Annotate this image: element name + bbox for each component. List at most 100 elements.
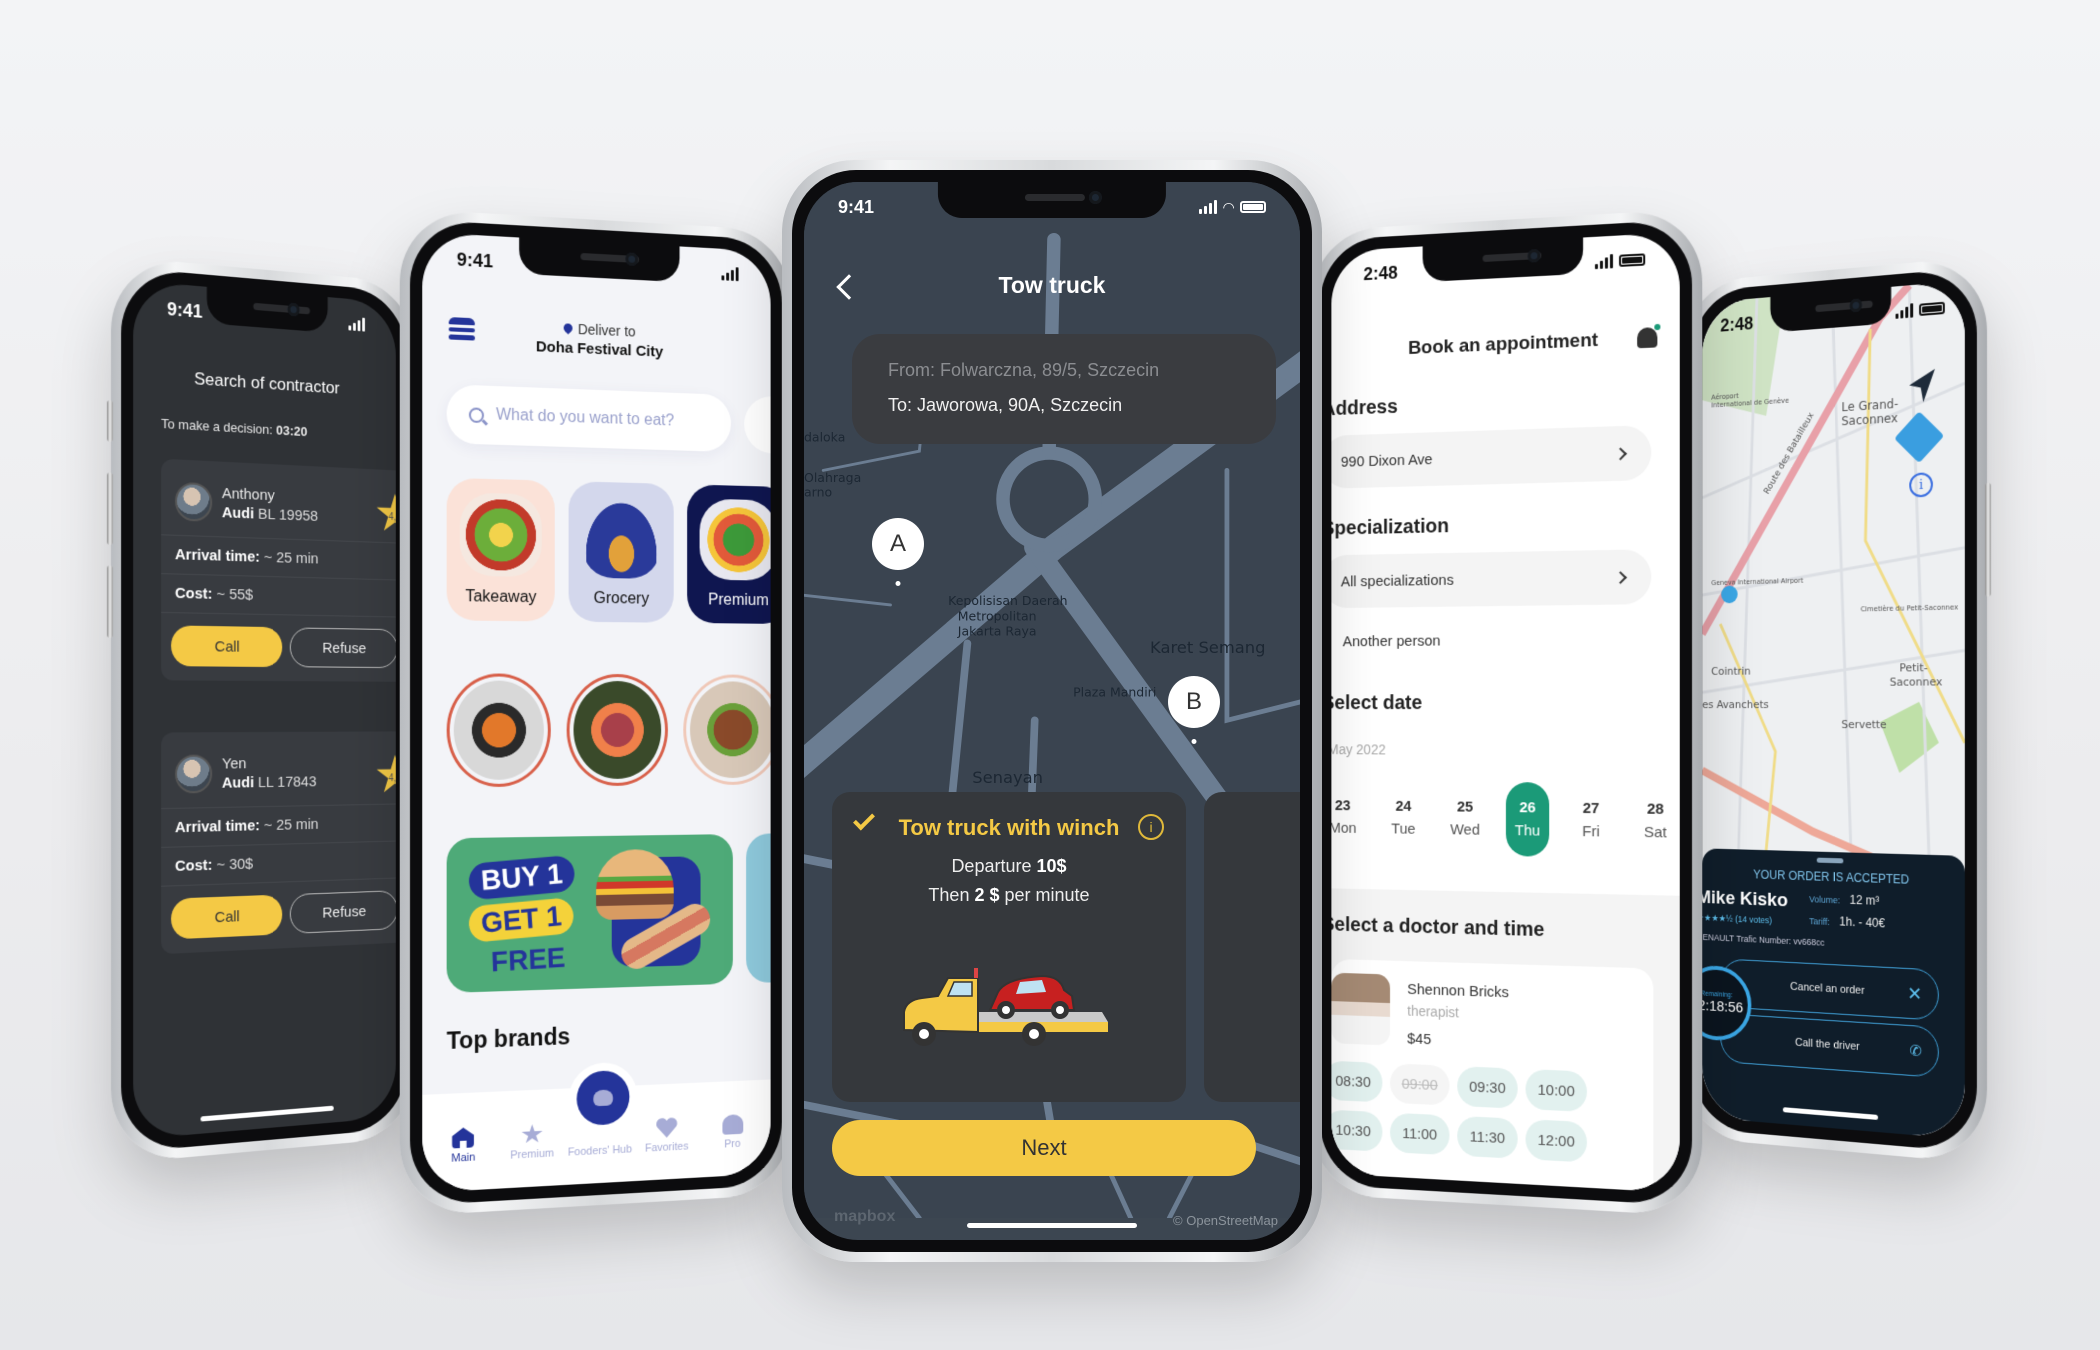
premium-image — [699, 498, 771, 581]
mapbox-logo[interactable]: mapbox — [834, 1208, 895, 1226]
date-item[interactable]: 28 Sat — [1623, 783, 1680, 859]
time-slot-unavailable: 09:00 — [1390, 1063, 1450, 1106]
time-slot[interactable]: 12:00 — [1525, 1119, 1587, 1163]
call-button[interactable]: Call — [171, 894, 283, 940]
map-label: Cointrin — [1711, 665, 1751, 678]
time-slot[interactable]: 08:30 — [1331, 1060, 1383, 1103]
delivery-location[interactable]: Deliver to Doha Festival City — [422, 314, 770, 365]
doctor-role: therapist — [1407, 1002, 1459, 1021]
order-sheet: YOUR ORDER IS ACCEPTED Mike Kisko ★★★★½ … — [1702, 848, 1965, 1140]
order-status-banner: YOUR ORDER IS ACCEPTED — [1753, 867, 1910, 887]
date-item[interactable]: 24 Tue — [1373, 781, 1434, 855]
drag-handle[interactable] — [1816, 857, 1844, 864]
phone-icon: ✆ — [1909, 1042, 1923, 1061]
address-label: Address — [1331, 395, 1398, 421]
promo-banner[interactable]: BUY 1 GET 1 FREE — [446, 834, 733, 993]
search-icon — [468, 406, 484, 423]
refuse-button[interactable]: Refuse — [289, 627, 396, 669]
tow-truck-illustration — [903, 968, 1108, 1046]
food-screen: 9:41 Deliver to Doha Festival City What … — [422, 232, 771, 1193]
cuisine-item[interactable] — [566, 673, 668, 787]
date-item-selected[interactable]: 26 Thu — [1505, 782, 1550, 857]
doctor-card[interactable]: Shennon Bricks therapist $45 08:30 09:00… — [1331, 958, 1654, 1193]
home-indicator[interactable] — [967, 1223, 1137, 1228]
tab-profile[interactable]: Pro — [700, 1113, 764, 1152]
osm-attribution[interactable]: © OpenStreetMap — [1173, 1213, 1278, 1228]
cuisine-list — [446, 673, 771, 788]
home-icon — [452, 1127, 474, 1148]
call-driver-button[interactable]: Call the driver ✆ — [1720, 1013, 1939, 1078]
silent-switch — [106, 400, 114, 442]
map-marker-b[interactable]: B — [1168, 676, 1220, 728]
driver-name: Mike Kisko — [1702, 887, 1788, 912]
service-tier-card[interactable]: i Tow truck with winch Departure 10$ The… — [832, 792, 1186, 1102]
cancel-order-button[interactable]: Cancel an order ✕ — [1720, 958, 1939, 1021]
cuisine-item[interactable] — [446, 673, 551, 788]
volume-info: Volume: 12 m³ — [1809, 892, 1880, 908]
specialization-label: Specialization — [1331, 515, 1449, 540]
appointment-screen: 2:48 Book an appointment Address 990 Dix… — [1331, 232, 1680, 1193]
decision-timer: To make a decision: 03:20 — [161, 415, 308, 440]
time-slot[interactable]: 10:30 — [1331, 1109, 1383, 1152]
phone-food-delivery: 9:41 Deliver to Doha Festival City What … — [399, 208, 792, 1217]
wifi-icon: ◠ — [1223, 198, 1234, 215]
map-label: Karet Semang — [1150, 638, 1265, 657]
grocery-image — [581, 495, 662, 579]
specialization-select[interactable]: All specializations — [1331, 549, 1652, 609]
driver-name: Yen — [221, 755, 247, 773]
map-label: Saconnex — [1890, 676, 1943, 689]
category-premium[interactable]: Premium — [687, 484, 771, 625]
users-icon — [593, 1089, 613, 1107]
notification-bell-icon[interactable] — [1637, 327, 1658, 349]
phone-order-accepted: Le Grand- Saconnex Aéroport Internationa… — [1682, 255, 1992, 1165]
category-grocery[interactable]: Grocery — [568, 481, 674, 623]
rating-star-icon: 4,7 — [376, 493, 396, 535]
tab-main[interactable]: Main — [429, 1126, 498, 1166]
time-slot[interactable]: 11:00 — [1390, 1112, 1450, 1156]
doctor-panel: Select a doctor and time Shennon Bricks … — [1331, 888, 1680, 1193]
cuisine-item[interactable] — [683, 674, 771, 786]
map-label: Kepolisisan Daerah — [948, 593, 1067, 608]
date-item[interactable]: 23 Mon — [1331, 780, 1373, 853]
category-takeaway[interactable]: Takeaway — [446, 477, 555, 622]
service-tier-card-next[interactable] — [1204, 792, 1300, 1102]
address-select[interactable]: 990 Dixon Ave — [1331, 425, 1652, 489]
signal-icon — [721, 266, 739, 282]
info-icon[interactable]: i — [1138, 814, 1164, 840]
call-button[interactable]: Call — [171, 625, 283, 668]
category-list: Takeaway Grocery Premium — [446, 477, 771, 625]
page-title: Tow truck — [998, 272, 1106, 298]
star-icon — [521, 1124, 543, 1145]
route-summary[interactable]: From: Folwarczna, 89/5, Szczecin To: Jaw… — [852, 334, 1276, 444]
next-button[interactable]: Next — [832, 1120, 1256, 1176]
profile-icon — [722, 1114, 743, 1135]
vehicle-info: RENAULT Trafic Number: vv668cc — [1702, 931, 1825, 948]
date-item[interactable]: 27 Fri — [1559, 782, 1623, 858]
promo-banner-next[interactable] — [746, 833, 771, 984]
map-label: daloka — [804, 430, 845, 445]
driver-avatar — [174, 754, 213, 794]
page-title: Search of contractor — [194, 368, 340, 398]
search-input[interactable]: What do you want to eat? — [446, 384, 731, 453]
tab-premium[interactable]: Premium — [498, 1123, 566, 1163]
date-item[interactable]: 25 Wed — [1434, 781, 1496, 855]
cost-row: Cost: ~ 55$ — [161, 574, 396, 618]
status-time: 2:48 — [1720, 312, 1754, 336]
select-date-label: Select date — [1331, 692, 1423, 714]
time-slot[interactable]: 11:30 — [1457, 1115, 1518, 1159]
time-slot[interactable]: 09:30 — [1457, 1066, 1518, 1109]
rating-star-icon: 4,9 — [376, 755, 396, 796]
location-pin-icon — [562, 321, 575, 335]
arrival-row: Arrival time: ~ 25 min — [161, 804, 396, 848]
status-time: 9:41 — [456, 248, 494, 271]
driver-car: Audi BL 19958 — [221, 503, 319, 525]
time-slot[interactable]: 10:00 — [1525, 1068, 1587, 1112]
another-person-option[interactable]: Another person — [1343, 633, 1441, 651]
tab-fooders-hub[interactable]: Fooders' Hub — [567, 1119, 634, 1158]
refuse-button[interactable]: Refuse — [289, 890, 396, 935]
filter-button[interactable] — [744, 395, 771, 455]
tab-favorites[interactable]: Favorites — [634, 1116, 699, 1155]
takeaway-image — [459, 492, 542, 578]
home-indicator[interactable] — [200, 1105, 334, 1122]
map-marker-a[interactable]: A — [872, 518, 924, 570]
